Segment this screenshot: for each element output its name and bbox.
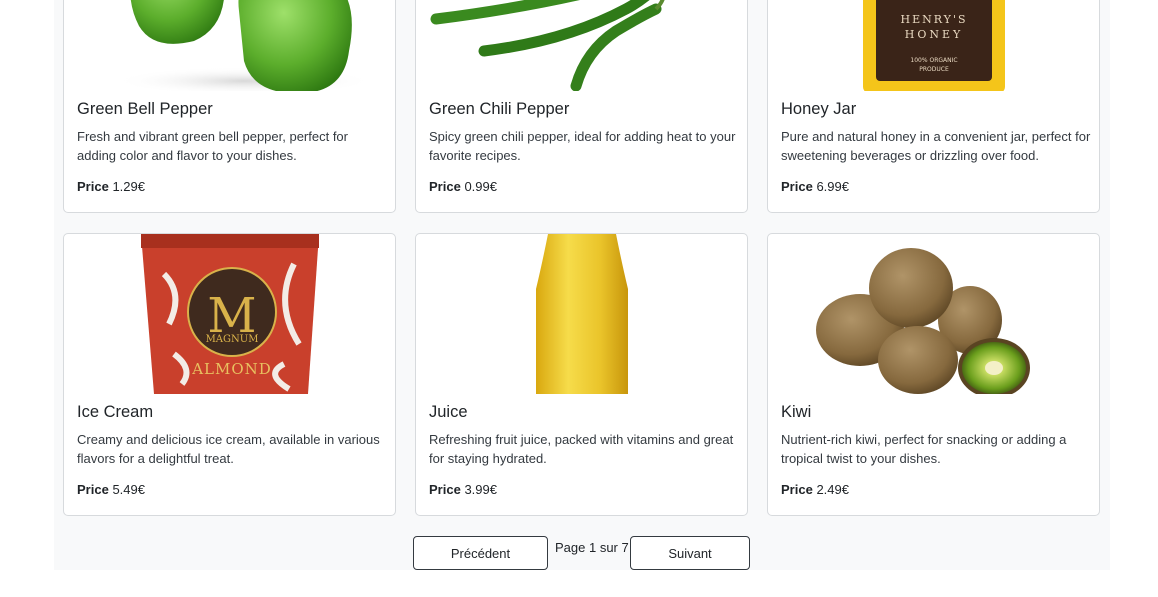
honey-jar-image: HENRY'S HONEY 100% ORGANIC PRODUCE [768,0,1099,91]
product-price: Price 6.99€ [781,179,849,194]
product-card[interactable]: Juice Refreshing fruit juice, packed wit… [415,233,748,516]
ice-cream-image: M MAGNUM ALMOND [64,234,395,394]
kiwi-image [768,234,1099,394]
price-label: Price [429,482,461,497]
product-card[interactable]: Kiwi Nutrient-rich kiwi, perfect for sna… [767,233,1100,516]
price-label: Price [77,179,109,194]
ice-cream-flavor: ALMOND [191,360,272,378]
honey-brand-line1: HENRY'S [900,13,967,26]
price-value: 3.99€ [464,482,497,497]
product-description: Refreshing fruit juice, packed with vita… [429,432,734,466]
product-card[interactable]: Green Chili Pepper Spicy green chili pep… [415,0,748,213]
product-name: Green Bell Pepper [77,100,213,118]
juice-bottle-image [416,234,747,394]
product-card[interactable]: M MAGNUM ALMOND Ice Cream Creamy and del… [63,233,396,516]
page-indicator: Page 1 sur 7 [555,540,629,555]
price-value: 6.99€ [816,179,849,194]
product-price: Price 3.99€ [429,482,497,497]
product-name: Honey Jar [781,100,857,118]
product-description: Creamy and delicious ice cream, availabl… [77,432,380,466]
product-price: Price 0.99€ [429,179,497,194]
product-name: Green Chili Pepper [429,100,570,118]
honey-sub1: 100% ORGANIC [910,57,957,64]
chili-pepper-image [416,0,747,91]
product-price: Price 2.49€ [781,482,849,497]
product-description: Nutrient-rich kiwi, perfect for snacking… [781,432,1067,466]
product-price: Price 1.29€ [77,179,145,194]
price-label: Price [429,179,461,194]
product-name: Juice [429,403,468,421]
product-name: Kiwi [781,403,812,421]
product-card[interactable]: Green Bell Pepper Fresh and vibrant gree… [63,0,396,213]
price-label: Price [781,482,813,497]
honey-sub2: PRODUCE [919,66,949,73]
previous-page-button[interactable]: Précédent [413,536,548,570]
product-card[interactable]: HENRY'S HONEY 100% ORGANIC PRODUCE Honey… [767,0,1100,213]
price-value: 2.49€ [816,482,849,497]
product-description: Fresh and vibrant green bell pepper, per… [77,129,348,163]
product-name: Ice Cream [77,403,154,421]
next-page-button[interactable]: Suivant [630,536,750,570]
product-description: Pure and natural honey in a convenient j… [781,129,1091,163]
price-value: 5.49€ [112,482,145,497]
honey-brand-line2: HONEY [905,28,964,41]
price-label: Price [781,179,813,194]
price-label: Price [77,482,109,497]
bell-pepper-image [64,0,395,91]
ice-cream-brand: MAGNUM [206,334,259,345]
price-value: 0.99€ [464,179,497,194]
product-description: Spicy green chili pepper, ideal for addi… [429,129,736,163]
price-value: 1.29€ [112,179,145,194]
product-price: Price 5.49€ [77,482,145,497]
